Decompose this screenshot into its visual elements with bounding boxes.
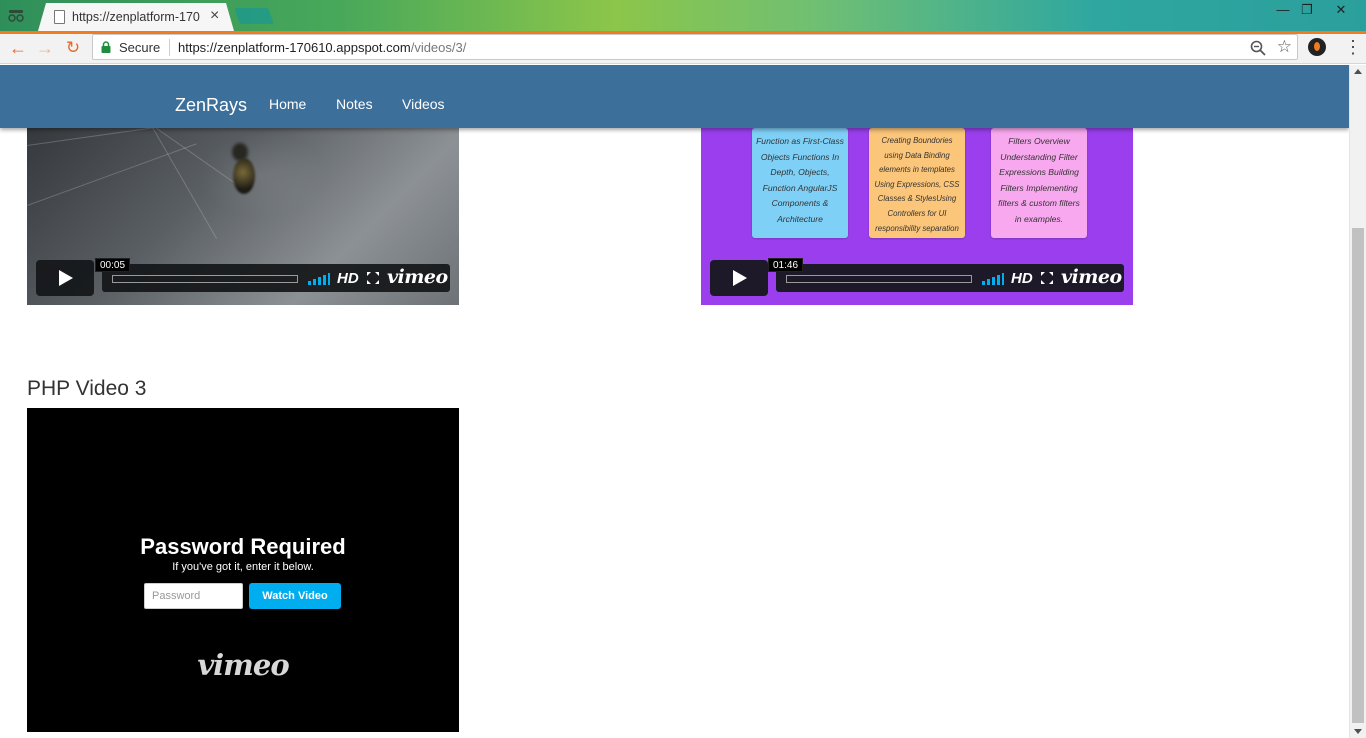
slide-card: Function as First-Class Objects Function…: [752, 128, 848, 238]
volume-icon[interactable]: [308, 273, 330, 285]
url-host: https://zenplatform-170610.appspot.com: [178, 40, 411, 55]
fullscreen-icon[interactable]: [1041, 272, 1053, 284]
control-bar: HD vimeo: [102, 264, 450, 292]
close-window-button[interactable]: ✕: [1328, 2, 1354, 18]
hd-toggle[interactable]: HD: [1011, 270, 1033, 287]
zoom-icon[interactable]: [1249, 39, 1267, 57]
control-bar: HD vimeo: [776, 264, 1124, 292]
back-arrow-icon[interactable]: ←: [7, 37, 29, 59]
timecode-tooltip: 01:46: [768, 258, 804, 272]
secure-label: Secure: [119, 40, 161, 55]
nav-link-notes[interactable]: Notes: [336, 96, 373, 112]
video-player-3[interactable]: Password Required If you've got it, ente…: [27, 408, 459, 732]
password-required-heading: Password Required: [140, 534, 346, 559]
url-path: /videos/3/: [410, 40, 467, 55]
vimeo-logo[interactable]: vimeo: [27, 648, 459, 682]
volume-icon[interactable]: [982, 273, 1004, 285]
vertical-scrollbar[interactable]: [1349, 65, 1366, 738]
video-title: PHP Video 3: [27, 377, 147, 400]
progress-bar[interactable]: [786, 275, 972, 283]
tab-title: https://zenplatform-170: [72, 10, 200, 24]
menu-kebab-icon[interactable]: ⋮: [1344, 37, 1362, 59]
slide-card: Filters Overview Understanding Filter Ex…: [991, 128, 1087, 238]
address-bar[interactable]: Secure https://zenplatform-170610.appspo…: [92, 34, 1298, 60]
forward-arrow-icon[interactable]: →: [34, 37, 56, 59]
omnibox-divider: [169, 39, 170, 56]
browser-toolbar: ← → ↻ Secure https://zenplatform-170610.…: [0, 31, 1366, 64]
bookmark-star-icon[interactable]: ☆: [1277, 37, 1292, 57]
progress-bar[interactable]: [112, 275, 298, 283]
nav-link-videos[interactable]: Videos: [402, 96, 445, 112]
play-button[interactable]: [36, 260, 94, 296]
vimeo-logo[interactable]: vimeo: [1061, 266, 1122, 288]
browser-tab-active[interactable]: https://zenplatform-170 ×: [38, 3, 234, 31]
password-input[interactable]: [144, 583, 243, 609]
url-text[interactable]: https://zenplatform-170610.appspot.com/v…: [178, 40, 466, 55]
page-icon: [54, 10, 65, 24]
brand-logo[interactable]: ZenRays: [175, 95, 247, 116]
nav-link-home[interactable]: Home: [269, 96, 306, 112]
restore-button[interactable]: ❐: [1294, 2, 1320, 18]
lock-icon: [101, 41, 111, 53]
timecode-tooltip: 00:05: [95, 258, 131, 272]
scrollbar-thumb[interactable]: [1352, 228, 1364, 723]
scroll-down-arrow-icon[interactable]: [1354, 729, 1362, 734]
slide-card: Creating Boundories using Data Binding e…: [869, 128, 965, 238]
window-titlebar: https://zenplatform-170 × — ❐ ✕: [0, 0, 1366, 31]
toolbar-accent-line: [0, 31, 1366, 34]
site-navbar: ZenRays Home Notes Videos: [0, 65, 1349, 128]
new-tab-button[interactable]: [234, 8, 274, 24]
vimeo-logo[interactable]: vimeo: [387, 266, 448, 288]
extension-icon[interactable]: [1308, 38, 1326, 56]
incognito-icon[interactable]: [6, 6, 26, 24]
minimize-button[interactable]: —: [1270, 2, 1296, 18]
play-button[interactable]: [710, 260, 768, 296]
scroll-up-arrow-icon[interactable]: [1354, 69, 1362, 74]
watch-video-button[interactable]: Watch Video: [249, 583, 341, 609]
hd-toggle[interactable]: HD: [337, 270, 359, 287]
page-viewport: HD vimeo 00:05 Function as First-Class O…: [0, 65, 1349, 738]
reload-icon[interactable]: ↻: [62, 37, 84, 59]
password-subtitle: If you've got it, enter it below.: [172, 561, 314, 573]
insect-shape: [233, 158, 255, 194]
fullscreen-icon[interactable]: [367, 272, 379, 284]
tab-close-icon[interactable]: ×: [210, 7, 219, 25]
web-strand: [27, 143, 197, 206]
